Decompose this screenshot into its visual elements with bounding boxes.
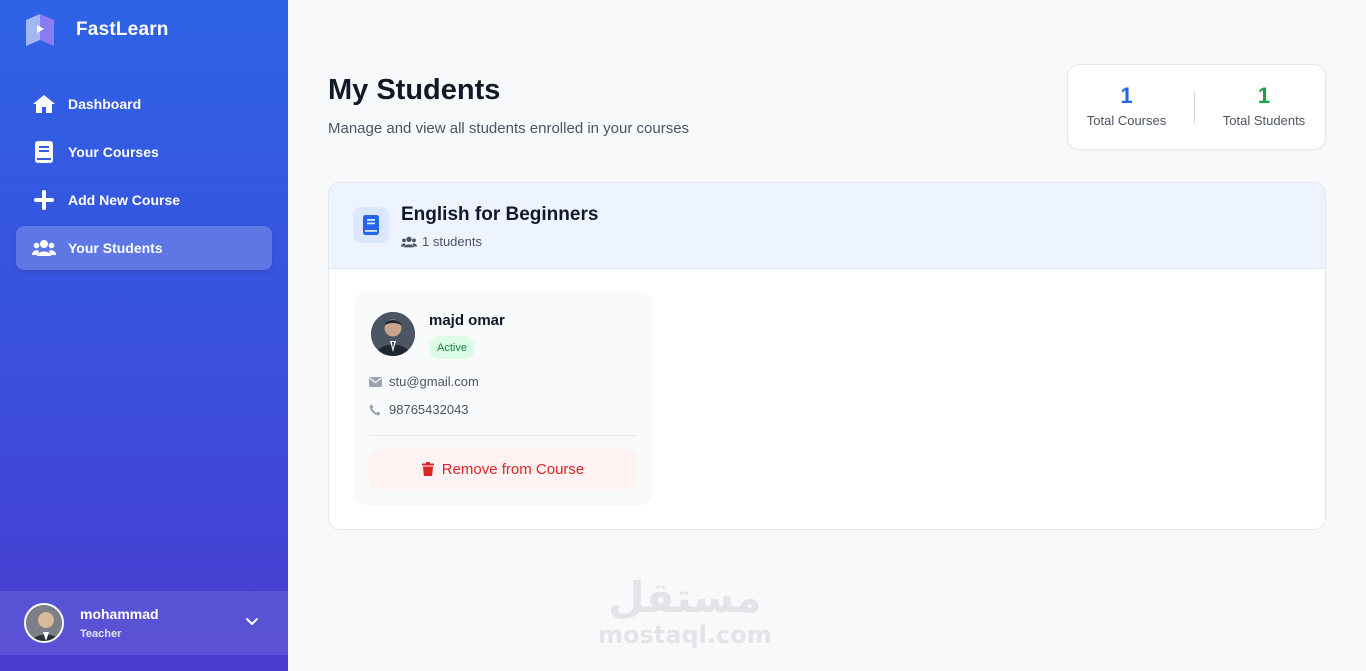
sidebar-item-courses[interactable]: Your Courses — [16, 130, 272, 174]
sidebar-item-label: Dashboard — [68, 96, 142, 112]
course-card: English for Beginners 1 students majd om… — [328, 182, 1326, 530]
avatar — [371, 312, 415, 356]
sidebar-item-label: Your Courses — [68, 144, 159, 160]
page-subtitle: Manage and view all students enrolled in… — [328, 120, 690, 137]
user-profile[interactable]: mohammad Teacher — [0, 591, 288, 655]
brand-name: FastLearn — [76, 19, 169, 40]
stat-value: 1 — [1120, 83, 1133, 108]
profile-name: mohammad — [80, 606, 159, 622]
divider — [369, 435, 637, 436]
student-name: majd omar — [429, 312, 505, 329]
phone-icon — [369, 403, 382, 416]
sidebar-item-label: Add New Course — [68, 192, 181, 208]
stat-label: Total Courses — [1086, 113, 1167, 128]
watermark-latin: mostaql.com — [598, 621, 772, 649]
chevron-down-icon[interactable] — [244, 613, 260, 629]
users-icon — [32, 236, 56, 260]
profile-role: Teacher — [80, 628, 122, 640]
stat-label: Total Students — [1222, 113, 1306, 128]
remove-from-course-button[interactable]: Remove from Course — [369, 449, 637, 489]
stat-total-students: 1 Total Students — [1216, 83, 1312, 128]
student-card: majd omar Active stu@gmail.com 987654320… — [353, 292, 653, 505]
brand[interactable]: FastLearn — [24, 14, 169, 46]
logo-icon — [24, 14, 56, 46]
stat-total-courses: 1 Total Courses — [1084, 83, 1169, 128]
trash-icon — [421, 462, 434, 476]
sidebar-item-students[interactable]: Your Students — [16, 226, 272, 270]
page-title: My Students — [328, 74, 501, 106]
course-header: English for Beginners 1 students — [329, 183, 1325, 269]
avatar — [24, 603, 64, 643]
status-badge: Active — [429, 336, 475, 359]
book-icon — [353, 207, 389, 243]
watermark: مستقل mostaql.com — [598, 573, 772, 650]
sidebar-item-dashboard[interactable]: Dashboard — [16, 82, 272, 126]
student-phone: 98765432043 — [369, 402, 469, 417]
envelope-icon — [369, 375, 382, 388]
sidebar-item-add-course[interactable]: Add New Course — [16, 178, 272, 222]
users-icon — [401, 236, 417, 247]
book-icon — [32, 140, 56, 164]
sidebar: FastLearn Dashboard Your Courses Add New… — [0, 0, 288, 671]
sidebar-nav: Dashboard Your Courses Add New Course Yo… — [16, 82, 272, 274]
stat-value: 1 — [1257, 83, 1271, 108]
stats-card: 1 Total Courses 1 Total Students — [1067, 64, 1326, 150]
student-count-label: 1 students — [422, 234, 482, 249]
email-text: stu@gmail.com — [389, 374, 479, 389]
home-icon — [32, 92, 56, 116]
divider — [1194, 91, 1195, 123]
plus-icon — [32, 188, 56, 212]
remove-button-label: Remove from Course — [441, 460, 585, 478]
phone-text: 98765432043 — [389, 402, 469, 417]
course-title: English for Beginners — [401, 204, 599, 225]
sidebar-item-label: Your Students — [68, 240, 163, 256]
watermark-arabic: مستقل — [608, 573, 762, 622]
course-student-count: 1 students — [401, 234, 482, 249]
student-email: stu@gmail.com — [369, 374, 479, 389]
